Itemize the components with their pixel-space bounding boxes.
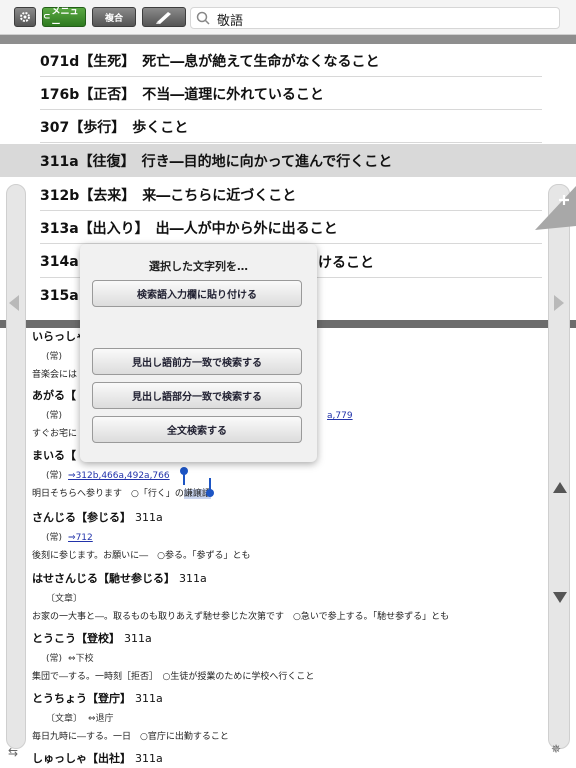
- entry-text-tail: けること: [318, 254, 374, 271]
- partial-search-label: 見出し語部分一致で検索する: [132, 392, 262, 403]
- search-input[interactable]: 敬語: [190, 7, 560, 29]
- fulltext-search-button[interactable]: 全文検索する: [92, 416, 302, 443]
- gear-icon: [20, 12, 30, 22]
- partial-search-button[interactable]: 見出し語部分一致で検索する: [92, 382, 302, 409]
- entry-text: 311a【往復】 行き―目的地に向かって進んで行くこと: [40, 153, 393, 170]
- cross-reference-link[interactable]: a,779: [327, 411, 353, 421]
- search-value: 敬語: [217, 14, 244, 29]
- swap-arrows-icon[interactable]: ⇆: [8, 745, 26, 759]
- entry-text: 312b【去来】 来―こちらに近づくこと: [40, 187, 297, 204]
- example-text: 明日そちらへ参ります ○「行く」の: [32, 489, 184, 499]
- entry-text: 313a【出入り】 出―人が中から外に出ること: [40, 220, 338, 237]
- headword: とうちょう【登庁】: [32, 692, 131, 705]
- page-right-icon: [554, 295, 564, 311]
- definition-entry: とうこう【登校】 311a (常) ⇔下校 集団で―する。一時刻［拒否］ ○生徒が授…: [32, 630, 532, 682]
- entry-row[interactable]: 312b【去来】 来―こちらに近づくこと: [0, 178, 576, 211]
- register-label: (常): [46, 654, 63, 664]
- register-label: 〔文章〕: [46, 714, 83, 724]
- entry-row[interactable]: 313a【出入り】 出―人が中から外に出ること: [0, 211, 576, 244]
- compound-search-label: 複合: [104, 13, 123, 24]
- handwriting-button[interactable]: [142, 7, 186, 27]
- cross-reference-link[interactable]: ⇒312b,466a,492a,766: [68, 471, 170, 481]
- selection-popup: 選択した文字列を… 検索語入力欄に貼り付ける 見出し語前方一致で検索する 見出し…: [80, 244, 317, 462]
- search-icon: [196, 11, 210, 25]
- register-label: 〔文章〕: [46, 594, 83, 604]
- example-text: 後刻に参じます。お願いに― ○参る。「参ずる」とも: [32, 551, 251, 561]
- add-bookmark-button[interactable]: [531, 186, 576, 242]
- paste-to-search-button[interactable]: 検索語入力欄に貼り付ける: [92, 280, 302, 307]
- scroll-up-icon[interactable]: [553, 482, 567, 493]
- entry-text: 314a: [40, 253, 79, 270]
- category-number: 311a: [179, 572, 207, 585]
- definition-entry: とうちょう【登庁】 311a 〔文章〕 ⇔退庁 毎日九時に―する。一日 ○官庁に出勤…: [32, 690, 532, 742]
- entry-text: 071d【生死】 死亡―息が絶えて生命がなくなること: [40, 53, 380, 70]
- selection-end-handle[interactable]: [206, 489, 214, 497]
- category-number: 311a: [135, 692, 163, 705]
- left-page-rail[interactable]: [6, 184, 26, 749]
- entry-text: 176b【正否】 不当―道理に外れていること: [40, 86, 324, 103]
- back-arrow-icon: ⊂: [43, 12, 51, 22]
- popup-title: 選択した文字列を…: [149, 260, 248, 273]
- definition-entry: さんじる【参じる】 311a (常) ⇒712 後刻に参じます。お願いに― ○参る。…: [32, 509, 532, 561]
- toolbar: ⊂ メニュー 複合 敬語: [0, 0, 576, 35]
- entry-row[interactable]: 071d【生死】 死亡―息が絶えて生命がなくなること: [0, 44, 576, 77]
- pen-icon: [156, 12, 171, 24]
- example-text: お家の一大事と―。取るものも取りあえず馳せ参じた次第です ○急いで参上する。「馳…: [32, 612, 450, 622]
- fulltext-search-label: 全文検索する: [167, 426, 227, 437]
- page-left-icon: [9, 295, 19, 311]
- register-label: (常): [46, 471, 63, 481]
- register-label: (常): [46, 352, 63, 362]
- headword: とうこう【登校】: [32, 632, 120, 645]
- selection-start-stem: [183, 473, 185, 485]
- entry-row[interactable]: 176b【正否】 不当―道理に外れていること: [0, 77, 576, 110]
- paste-to-search-label: 検索語入力欄に貼り付ける: [137, 290, 257, 301]
- compound-search-button[interactable]: 複合: [92, 7, 136, 27]
- entry-text: 315a: [40, 287, 79, 304]
- menu-button-label: メニュー: [51, 7, 79, 30]
- definition-entry: しゅっしゃ【出社】 311a: [32, 750, 532, 766]
- register-label: (常): [46, 533, 63, 543]
- example-text: 集団で―する。一時刻［拒否］ ○生徒が授業のために学校へ行くこと: [32, 672, 315, 682]
- toolbar-divider: [0, 35, 576, 44]
- headword: はせさんじる【馳せ参じる】: [32, 572, 175, 585]
- antonym-label: ⇔下校: [68, 654, 94, 664]
- register-label: (常): [46, 411, 63, 421]
- headword: しゅっしゃ【出社】: [32, 752, 131, 765]
- settings-button[interactable]: [14, 7, 36, 27]
- category-number: 311a: [135, 511, 163, 524]
- antonym-label: ⇔退庁: [88, 714, 114, 724]
- definition-entry: はせさんじる【馳せ参じる】 311a 〔文章〕 お家の一大事と―。取るものも取りあ…: [32, 570, 532, 622]
- menu-button[interactable]: ⊂ メニュー: [42, 7, 86, 30]
- cross-reference-link[interactable]: ⇒712: [68, 533, 93, 543]
- headword: さんじる【参じる】: [32, 511, 131, 524]
- helm-icon[interactable]: ✵: [551, 742, 569, 756]
- entry-text: 307【歩行】 歩くこと: [40, 119, 189, 136]
- category-number: 311a: [135, 752, 163, 765]
- example-text: 毎日九時に―する。一日 ○官庁に出勤すること: [32, 732, 229, 742]
- category-number: 311a: [124, 632, 152, 645]
- prefix-search-label: 見出し語前方一致で検索する: [132, 358, 262, 369]
- scroll-down-icon[interactable]: [553, 592, 567, 603]
- entry-row[interactable]: 307【歩行】 歩くこと: [0, 110, 576, 143]
- right-page-rail[interactable]: [548, 184, 570, 749]
- entry-row-selected[interactable]: 311a【往復】 行き―目的地に向かって進んで行くこと: [0, 144, 576, 177]
- prefix-search-button[interactable]: 見出し語前方一致で検索する: [92, 348, 302, 375]
